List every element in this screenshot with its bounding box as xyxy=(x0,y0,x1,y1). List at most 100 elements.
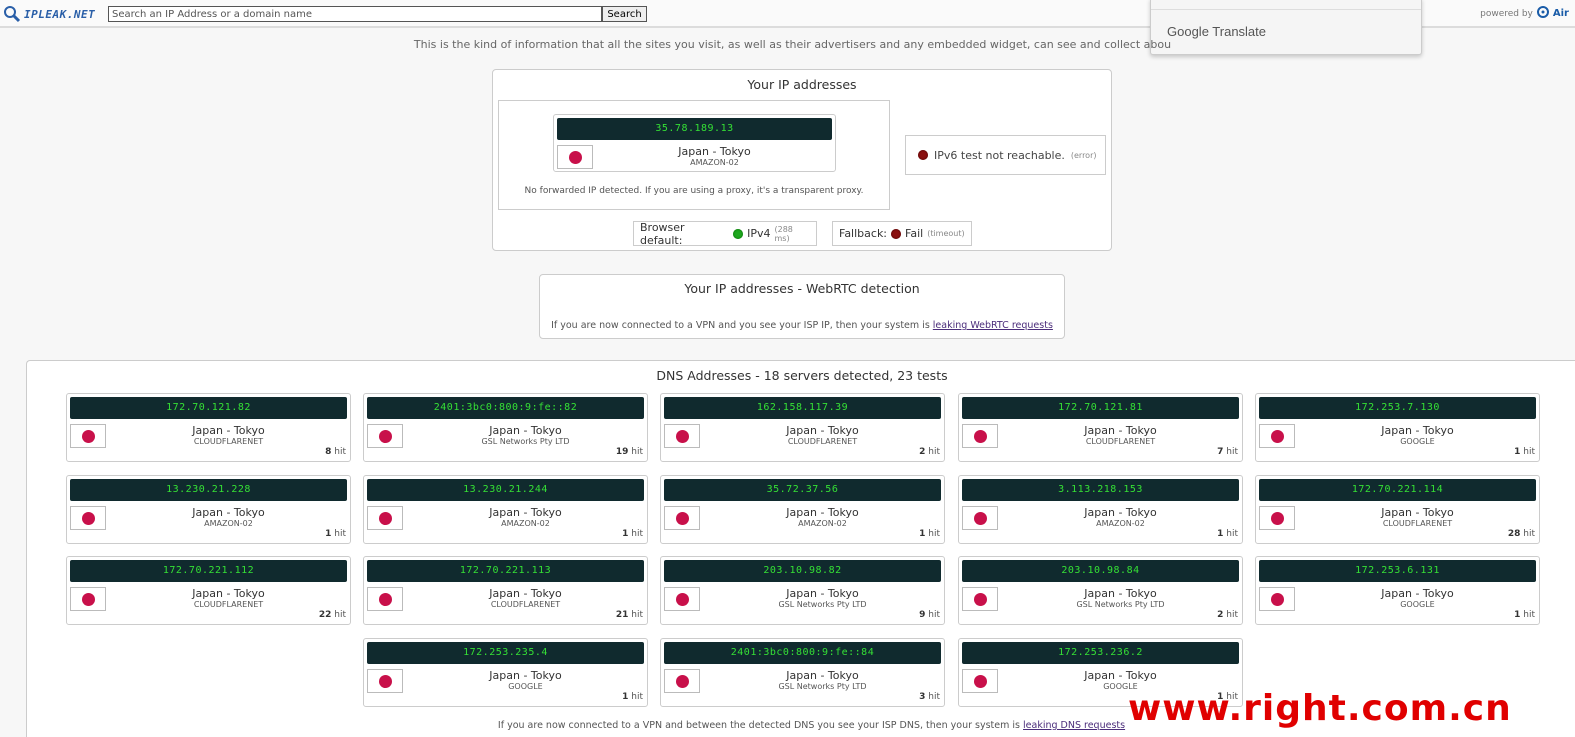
dns-isp: CLOUDFLARENET xyxy=(193,437,264,446)
ipv6-text: IPv6 test not reachable. xyxy=(934,148,1065,162)
dns-isp: GSL Networks Pty LTD xyxy=(778,600,867,609)
dns-hit-count: 22 hit xyxy=(319,610,346,620)
dns-isp: CLOUDFLARENET xyxy=(193,600,264,609)
dns-server-card: 3.113.218.153 Japan - Tokyo AMAZON-02 1 hit xyxy=(958,475,1243,544)
dns-location: Japan - Tokyo xyxy=(489,506,562,519)
hit-label: hit xyxy=(631,610,643,620)
dns-ip[interactable]: 2401:3bc0:800:9:fe::82 xyxy=(367,397,644,419)
dns-ip[interactable]: 172.253.236.2 xyxy=(962,642,1239,664)
japan-flag-icon xyxy=(557,145,593,169)
dns-title: DNS Addresses - 18 servers detected, 23 … xyxy=(656,368,948,383)
dns-server-card: 172.70.221.112 Japan - Tokyo CLOUDFLARENET… xyxy=(66,556,351,625)
powered-brand[interactable]: Air xyxy=(1553,8,1569,19)
dns-ip[interactable]: 172.253.235.4 xyxy=(367,642,644,664)
dns-location: Japan - Tokyo xyxy=(1381,506,1454,519)
dns-isp: GOOGLE xyxy=(508,682,543,691)
dns-ip[interactable]: 203.10.98.84 xyxy=(962,560,1239,582)
webrtc-note-text: If you are now connected to a VPN and yo… xyxy=(551,320,933,331)
japan-flag-icon xyxy=(664,424,700,448)
dns-isp: CLOUDFLARENET xyxy=(787,437,858,446)
google-translate-label[interactable]: Google Translate xyxy=(1167,24,1266,39)
dns-ip[interactable]: 13.230.21.244 xyxy=(367,479,644,501)
dns-server-card: 172.70.221.114 Japan - Tokyo CLOUDFLARENET… xyxy=(1255,475,1540,544)
brand-logo-icon xyxy=(1536,6,1549,21)
dns-ip[interactable]: 203.10.98.82 xyxy=(664,560,941,582)
ipv6-note: (error) xyxy=(1070,150,1097,160)
dns-hit-count: 2 hit xyxy=(919,447,940,457)
hit-number: 19 xyxy=(615,447,629,457)
dns-server-card: 172.70.221.113 Japan - Tokyo CLOUDFLARENET… xyxy=(363,556,648,625)
dns-ip[interactable]: 35.72.37.56 xyxy=(664,479,941,501)
japan-flag-icon xyxy=(962,587,998,611)
dns-ip[interactable]: 162.158.117.39 xyxy=(664,397,941,419)
dns-location: Japan - Tokyo xyxy=(1084,506,1157,519)
hit-number: 8 xyxy=(325,447,332,457)
dns-hit-count: 3 hit xyxy=(919,692,940,702)
hit-label: hit xyxy=(334,610,346,620)
ip-panel-title: Your IP addresses xyxy=(747,77,857,92)
dns-isp: AMAZON-02 xyxy=(1096,519,1145,528)
dns-hit-count: 8 hit xyxy=(325,447,346,457)
dns-server-card: 172.253.7.130 Japan - Tokyo GOOGLE 1 hit xyxy=(1255,393,1540,462)
dns-ip[interactable]: 172.70.121.81 xyxy=(962,397,1239,419)
site-logo[interactable]: IPLEAK.NET xyxy=(3,4,95,24)
hit-label: hit xyxy=(631,447,643,457)
dns-ip[interactable]: 172.70.121.82 xyxy=(70,397,347,419)
dns-server-card: 13.230.21.228 Japan - Tokyo AMAZON-02 1 hit xyxy=(66,475,351,544)
dns-server-card: 2401:3bc0:800:9:fe::84 Japan - Tokyo GSL N… xyxy=(660,638,945,707)
browser-default-label: Browser default: xyxy=(640,220,685,247)
dns-note-text: If you are now connected to a VPN and be… xyxy=(497,720,1024,731)
powered-by-label: powered by xyxy=(1480,8,1533,19)
fallback-value: Fail xyxy=(905,227,924,240)
dns-ip[interactable]: 172.70.221.112 xyxy=(70,560,347,582)
no-forward-note: No forwarded IP detected. If you are usi… xyxy=(524,186,864,196)
dns-location: Japan - Tokyo xyxy=(489,587,562,600)
search-button[interactable]: Search xyxy=(602,6,647,22)
dns-isp: GSL Networks Pty LTD xyxy=(481,437,570,446)
dns-ip[interactable]: 172.70.221.114 xyxy=(1259,479,1536,501)
japan-flag-icon xyxy=(962,669,998,693)
dns-hit-count: 1 hit xyxy=(919,529,940,539)
japan-flag-icon xyxy=(367,587,403,611)
hit-number: 1 xyxy=(919,529,926,539)
dns-location: Japan - Tokyo xyxy=(786,424,859,437)
dns-ip[interactable]: 13.230.21.228 xyxy=(70,479,347,501)
leaking-dns-link[interactable]: leaking DNS requests xyxy=(1023,720,1125,731)
japan-flag-icon xyxy=(962,506,998,530)
hit-label: hit xyxy=(631,692,643,702)
hit-number: 1 xyxy=(622,692,629,702)
ok-status-icon xyxy=(733,228,744,239)
hit-label: hit xyxy=(1226,447,1238,457)
dns-hit-count: 1 hit xyxy=(622,529,643,539)
hit-label: hit xyxy=(1523,529,1535,539)
webrtc-title: Your IP addresses - WebRTC detection xyxy=(684,281,920,296)
dns-hit-count: 1 hit xyxy=(1514,447,1535,457)
dns-isp: GSL Networks Pty LTD xyxy=(1076,600,1165,609)
browser-default-value: IPv4 xyxy=(747,227,771,240)
dns-server-card: 172.70.121.81 Japan - Tokyo CLOUDFLARENET 7… xyxy=(958,393,1243,462)
intro-text: This is the kind of information that all… xyxy=(413,38,1172,51)
hit-number: 1 xyxy=(1217,529,1224,539)
japan-flag-icon xyxy=(367,506,403,530)
dns-server-card: 172.253.235.4 Japan - Tokyo GOOGLE 1 hit xyxy=(363,638,648,707)
dns-ip[interactable]: 172.70.221.113 xyxy=(367,560,644,582)
japan-flag-icon xyxy=(962,424,998,448)
ip-address[interactable]: 35.78.189.13 xyxy=(557,118,832,140)
search-input[interactable] xyxy=(108,6,602,22)
dns-location: Japan - Tokyo xyxy=(192,506,265,519)
japan-flag-icon xyxy=(367,669,403,693)
powered-by: powered by Air xyxy=(1480,6,1569,21)
dns-location: Japan - Tokyo xyxy=(1084,669,1157,682)
hit-label: hit xyxy=(334,447,346,457)
dns-isp: GSL Networks Pty LTD xyxy=(778,682,867,691)
dns-isp: AMAZON-02 xyxy=(204,519,253,528)
dns-location: Japan - Tokyo xyxy=(192,424,265,437)
dns-isp: CLOUDFLARENET xyxy=(490,600,561,609)
dns-ip[interactable]: 2401:3bc0:800:9:fe::84 xyxy=(664,642,941,664)
dns-ip[interactable]: 172.253.6.131 xyxy=(1259,560,1536,582)
leaking-webrtc-link[interactable]: leaking WebRTC requests xyxy=(933,320,1053,331)
dns-ip[interactable]: 172.253.7.130 xyxy=(1259,397,1536,419)
hit-number: 1 xyxy=(1514,447,1521,457)
dns-hit-count: 1 hit xyxy=(622,692,643,702)
dns-ip[interactable]: 3.113.218.153 xyxy=(962,479,1239,501)
